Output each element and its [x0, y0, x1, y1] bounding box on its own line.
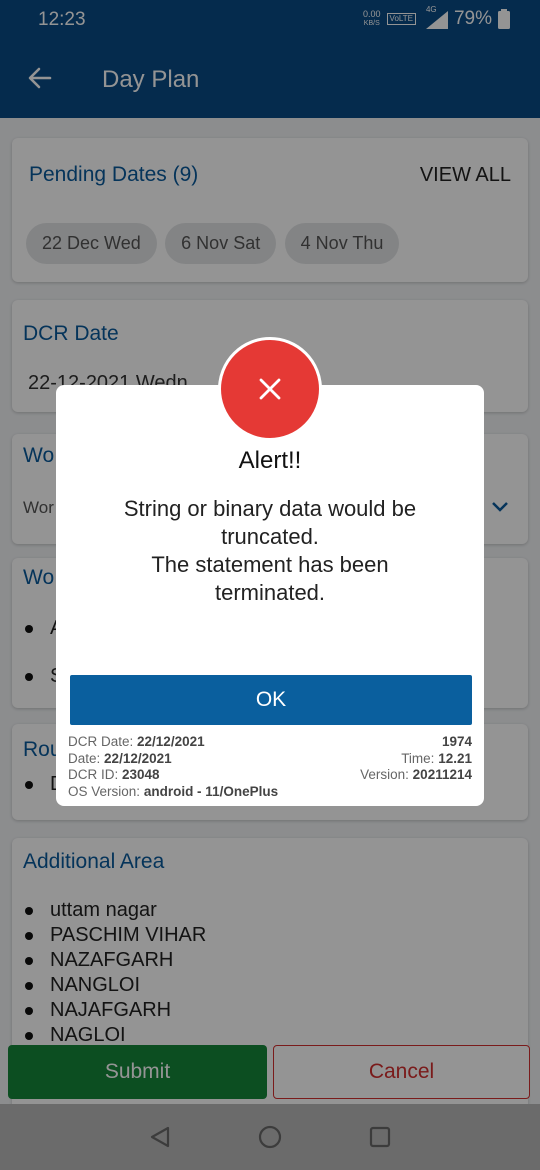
nav-home-icon[interactable]: [258, 1125, 282, 1149]
meta-label: Time:: [401, 750, 435, 766]
meta-label: DCR Date:: [68, 734, 134, 749]
meta-os-version: OS Version: android - 11/OnePlus: [68, 784, 278, 801]
alert-icon-badge: [218, 337, 322, 441]
meta-value: 1974: [441, 734, 472, 749]
dialog-message-line: terminated.: [214, 580, 326, 605]
dialog-title: Alert!!: [238, 447, 302, 474]
navigation-bar: [0, 1104, 540, 1170]
dialog-message-line: truncated.: [221, 524, 319, 549]
ok-button[interactable]: OK: [70, 675, 472, 725]
meta-value: 23048: [122, 767, 160, 782]
meta-label: Date:: [68, 750, 101, 766]
close-icon: [259, 378, 281, 400]
meta-code: 1974: [360, 734, 472, 751]
dialog-message-line: String or binary data would be: [123, 496, 417, 521]
alert-dialog: Alert!! String or binary data would be t…: [56, 385, 484, 806]
meta-label: Version:: [360, 767, 409, 782]
nav-recents-icon[interactable]: [368, 1125, 392, 1149]
meta-dcr-id: DCR ID: 23048: [68, 767, 278, 784]
dialog-meta-right: 1974 Time: 12.21 Version: 20211214: [360, 734, 472, 784]
meta-version: Version: 20211214: [360, 767, 472, 784]
meta-value: android - 11/OnePlus: [143, 783, 279, 799]
meta-value: 12.21: [438, 750, 472, 766]
meta-date: Date: 22/12/2021: [68, 751, 278, 768]
nav-back-icon[interactable]: [148, 1125, 172, 1149]
dialog-message-line: The statement has been: [151, 552, 389, 577]
meta-value: 20211214: [412, 767, 472, 782]
meta-label: DCR ID:: [68, 767, 119, 782]
meta-value: 22/12/2021: [137, 734, 205, 749]
dialog-message: String or binary data would be truncated…: [76, 495, 464, 607]
meta-label: OS Version:: [68, 783, 141, 799]
meta-dcr-date: DCR Date: 22/12/2021: [68, 734, 278, 751]
dialog-meta-left: DCR Date: 22/12/2021 Date: 22/12/2021 DC…: [68, 734, 278, 800]
meta-value: 22/12/2021: [104, 750, 172, 766]
meta-time: Time: 12.21: [360, 751, 472, 768]
